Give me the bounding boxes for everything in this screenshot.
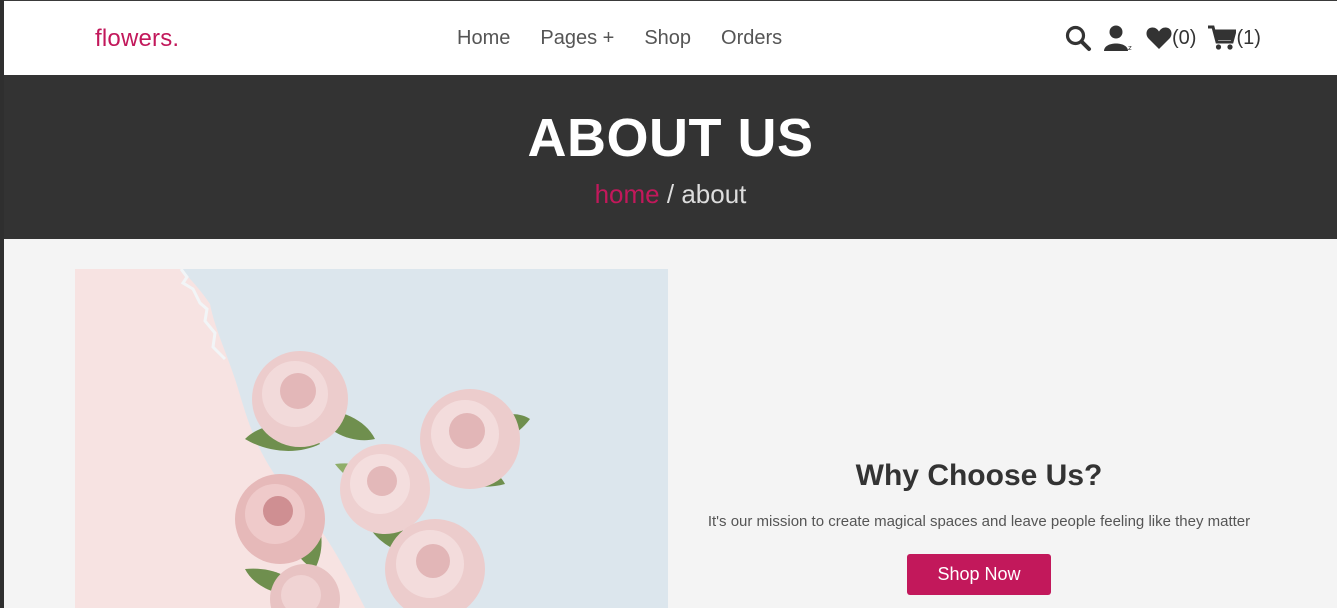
flowers-image <box>75 269 668 608</box>
nav-pages[interactable]: Pages + <box>540 27 614 50</box>
cart-button[interactable]: (1) <box>1208 25 1261 51</box>
heart-icon <box>1146 26 1172 50</box>
section-description: It's our mission to create magical space… <box>707 513 1251 530</box>
about-section: Why Choose Us? It's our mission to creat… <box>4 239 1337 608</box>
page-title: ABOUT US <box>527 108 814 168</box>
breadcrumb-separator: / <box>666 179 675 209</box>
cart-count: (1) <box>1236 26 1261 49</box>
wishlist-button[interactable]: (0) <box>1146 26 1196 50</box>
user-icon[interactable]: z <box>1104 24 1134 52</box>
page-banner: ABOUT US home / about <box>4 75 1337 239</box>
nav-home[interactable]: Home <box>457 27 510 50</box>
cart-icon <box>1208 25 1237 51</box>
about-content: Why Choose Us? It's our mission to creat… <box>684 459 1274 595</box>
breadcrumb: home / about <box>4 179 1337 210</box>
breadcrumb-home-link[interactable]: home <box>595 179 660 209</box>
wishlist-count: (0) <box>1172 26 1197 49</box>
header-icons: z (0) (1) <box>1064 24 1261 52</box>
shop-now-button[interactable]: Shop Now <box>907 554 1051 595</box>
section-heading: Why Choose Us? <box>855 459 1103 492</box>
main-nav: Home Pages + Shop Orders <box>457 27 812 50</box>
nav-orders[interactable]: Orders <box>721 27 782 50</box>
svg-text:z: z <box>1128 44 1132 52</box>
site-header: flowers. Home Pages + Shop Orders z (0) … <box>4 1 1337 75</box>
logo[interactable]: flowers. <box>95 25 179 53</box>
breadcrumb-current: about <box>681 179 747 209</box>
nav-shop[interactable]: Shop <box>644 27 691 50</box>
search-icon[interactable] <box>1064 24 1092 52</box>
